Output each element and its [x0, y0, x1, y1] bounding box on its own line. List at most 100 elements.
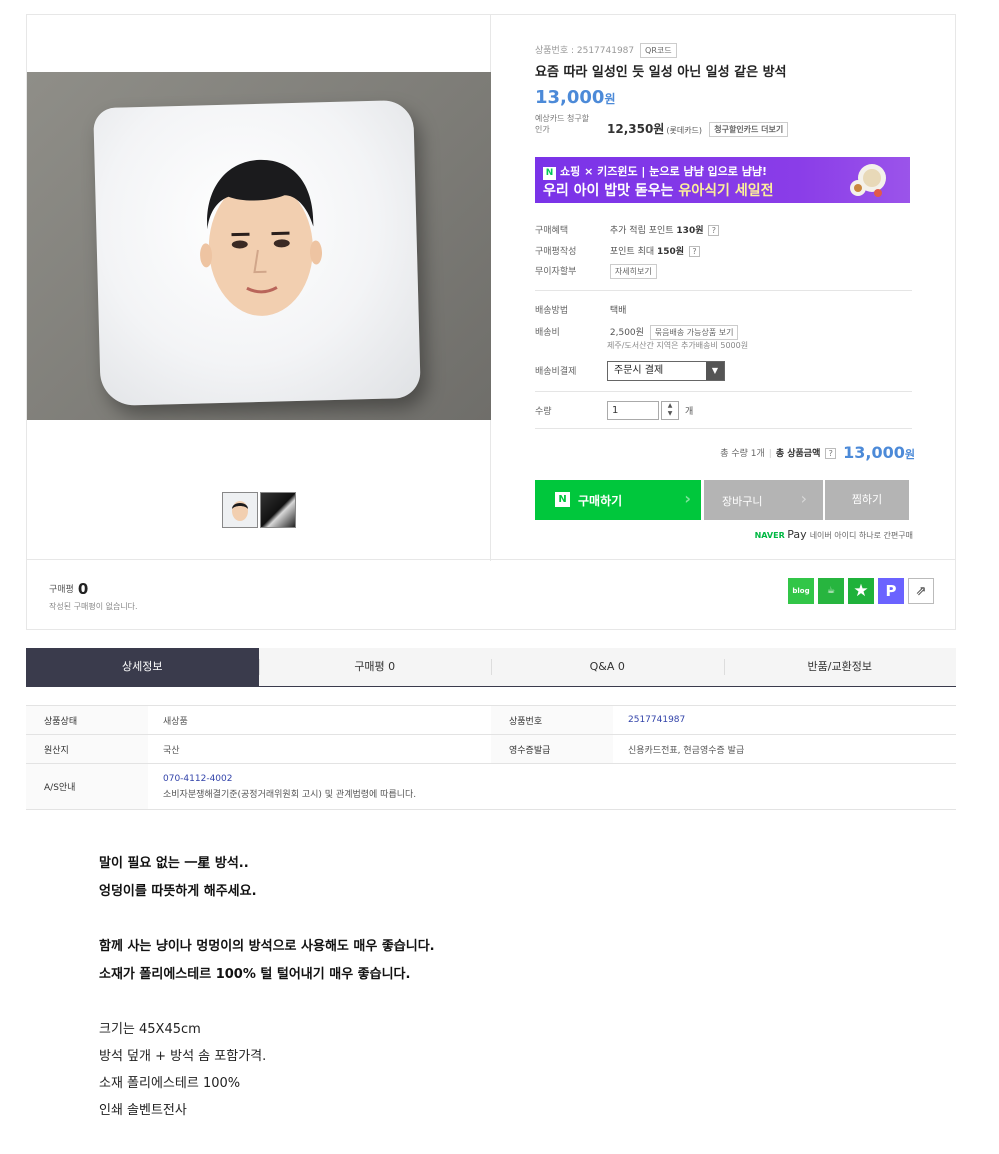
description-line: 방석 덮개 + 방석 솜 포함가격.: [99, 1049, 267, 1064]
product-info-table: 상품상태 새상품 상품번호 2517741987 원산지 국산 영수증발급 신용…: [26, 705, 956, 810]
shipping-fee-label: 배송비: [535, 328, 560, 338]
total-amount: 13,000원: [843, 443, 915, 462]
quantity-up-icon[interactable]: ▲: [662, 402, 678, 410]
description-line: 말이 필요 없는 一星 방석..: [99, 856, 249, 871]
buy-button-label: 구매하기: [578, 494, 623, 508]
chevron-right-icon: ›: [800, 489, 807, 508]
total-quantity: 총 수량 1개: [720, 449, 765, 459]
purchase-benefit-prefix: 추가 적립 포인트: [609, 226, 677, 236]
card-name: (롯데카드): [666, 126, 703, 135]
thumbnail-1[interactable]: [222, 492, 258, 528]
product-number-label: 상품번호: [491, 705, 613, 735]
shipping-method-value: 택배: [609, 306, 627, 316]
description-line: 소재가 폴리에스테르 100% 털 털어내기 매우 좋습니다.: [99, 967, 411, 982]
review-summary: 구매평 0: [49, 580, 88, 598]
description-line: 인쇄 솔벤트전사: [99, 1103, 187, 1118]
review-strip: 구매평 0 작성된 구매평이 없습니다. blog ☕ ★ P ⇗: [26, 560, 956, 630]
description-line: 함께 사는 냥이나 멍멍이의 방석으로 사용해도 매우 좋습니다.: [99, 939, 435, 954]
origin-value: 국산: [148, 734, 491, 764]
product-box: 상품번호 : 2517741987 QR코드 요즘 따라 일성인 듯 일성 아닌…: [26, 14, 956, 561]
banner-line-1-text: 쇼핑 × 키즈윈도 | 눈으로 냠냠 입으로 냠냠!: [560, 165, 767, 178]
help-icon[interactable]: ?: [708, 225, 720, 236]
installment-detail-button[interactable]: 자세히보기: [609, 264, 657, 279]
cart-button-label: 장바구니: [722, 495, 763, 508]
banner-line-1: N 쇼핑 × 키즈윈도 | 눈으로 냠냠 입으로 냠냠!: [543, 163, 767, 180]
quantity-down-icon[interactable]: ▼: [662, 410, 678, 418]
image-column: [27, 15, 491, 561]
table-row: 원산지 국산 영수증발급 신용카드전표, 현금영수증 발급: [26, 734, 956, 764]
purchase-benefit-value: 추가 적립 포인트 130원: [610, 226, 704, 236]
quantity-row: 수량: [535, 404, 607, 417]
total-amount-unit: 원: [904, 448, 915, 461]
buy-button[interactable]: N 구매하기 ›: [535, 480, 701, 520]
cafe-share-icon[interactable]: ☕: [818, 578, 844, 604]
table-row: A/S안내 070-4112-4002 소비자분쟁해결기준(공정거래위원회 고시…: [26, 763, 956, 810]
share-icon[interactable]: ⇗: [908, 578, 934, 604]
tab-reviews[interactable]: 구매평 0: [258, 648, 492, 686]
as-phone-link[interactable]: 070-4112-4002: [163, 774, 956, 784]
divider: [535, 391, 912, 392]
naver-n-icon: N: [543, 167, 556, 180]
quantity-unit: 개: [685, 407, 694, 417]
shipping-fee-value: 2,500원: [609, 328, 644, 338]
installment-label: 무이자할부: [535, 267, 577, 277]
product-number-value: 2517741987: [613, 705, 956, 735]
qr-code-button[interactable]: QR코드: [640, 43, 677, 58]
receipt-label: 영수증발급: [491, 734, 613, 764]
help-icon[interactable]: ?: [688, 246, 700, 257]
face-print-image: [200, 159, 323, 316]
banner-highlight: 유아식기 세일전: [678, 183, 774, 199]
quantity-label: 수량: [535, 407, 552, 417]
cart-button[interactable]: 장바구니 ›: [704, 480, 823, 520]
review-label: 구매평: [49, 585, 74, 595]
promo-banner[interactable]: N 쇼핑 × 키즈윈도 | 눈으로 냠냠 입으로 냠냠! 우리 아이 밥맛 돋우는…: [535, 157, 910, 203]
shipping-pay-select[interactable]: 주문시 결제 ▼: [607, 361, 725, 381]
naverpay-text: 네이버 아이디 하나로 간편구매: [809, 531, 913, 540]
installment-row: 무이자할부 자세히보기: [535, 264, 657, 279]
thumbnail-face-image: [232, 501, 248, 521]
banner-line-2-text: 우리 아이 밥맛 돋우는: [543, 183, 679, 199]
share-icons: blog ☕ ★ P ⇗: [788, 578, 934, 604]
shipping-fee-row: 배송비 2,500원 묶음배송 가능상품 보기: [535, 325, 739, 340]
thumbnail-2[interactable]: [260, 492, 296, 528]
shipping-method-label: 배송방법: [535, 306, 569, 316]
dish-icon: [850, 164, 886, 197]
bookmark-star-icon[interactable]: ★: [848, 578, 874, 604]
quantity-input[interactable]: 1: [607, 401, 659, 420]
naverpay-line: NAVER Pay 네이버 아이디 하나로 간편구매: [755, 528, 913, 541]
shipping-fee-note: 제주/도서산간 지역은 추가배송비 5000원: [607, 341, 749, 350]
tab-qna[interactable]: Q&A 0: [491, 648, 724, 686]
review-benefit-row: 구매평작성 포인트 최대 150원 ?: [535, 244, 700, 257]
product-number-link[interactable]: 2517741987: [628, 715, 685, 725]
price-value: 13,000: [535, 87, 605, 108]
naver-n-icon: N: [555, 492, 570, 507]
dropdown-arrow-icon: ▼: [706, 362, 724, 380]
price-unit: 원: [604, 92, 616, 106]
help-icon[interactable]: ?: [825, 448, 837, 459]
condition-value: 새상품: [148, 705, 491, 735]
pillow-image: [93, 99, 421, 407]
wish-button[interactable]: 찜하기: [825, 480, 909, 520]
post-share-icon[interactable]: P: [878, 578, 904, 604]
shipping-pay-selected: 주문시 결제: [614, 365, 664, 376]
review-empty-text: 작성된 구매평이 없습니다.: [49, 602, 138, 611]
blog-share-icon[interactable]: blog: [788, 578, 814, 604]
purchase-benefit-amount: 130원: [676, 226, 704, 236]
card-more-button[interactable]: 청구할인카드 더보기: [709, 122, 789, 137]
tab-detail[interactable]: 상세정보: [26, 648, 259, 686]
main-product-image[interactable]: [27, 72, 491, 420]
description-line: 엉덩이를 따뜻하게 해주세요.: [99, 884, 257, 899]
tab-return-exchange[interactable]: 반품/교환정보: [723, 648, 957, 686]
review-count: 0: [77, 580, 89, 598]
bundle-shipping-button[interactable]: 묶음배송 가능상품 보기: [649, 325, 739, 340]
purchase-benefit-row: 구매혜택 추가 적립 포인트 130원 ?: [535, 223, 720, 236]
card-price-value: 12,350원: [607, 122, 665, 136]
condition-label: 상품상태: [26, 705, 148, 735]
card-discount-price: 12,350원 (롯데카드) 청구할인카드 더보기: [607, 120, 789, 137]
origin-label: 원산지: [26, 734, 148, 764]
product-number: 상품번호 : 2517741987 QR코드: [535, 43, 677, 58]
total-amount-label: 총 상품금액: [775, 449, 821, 459]
description-line: 소재 폴리에스테르 100%: [99, 1076, 241, 1091]
